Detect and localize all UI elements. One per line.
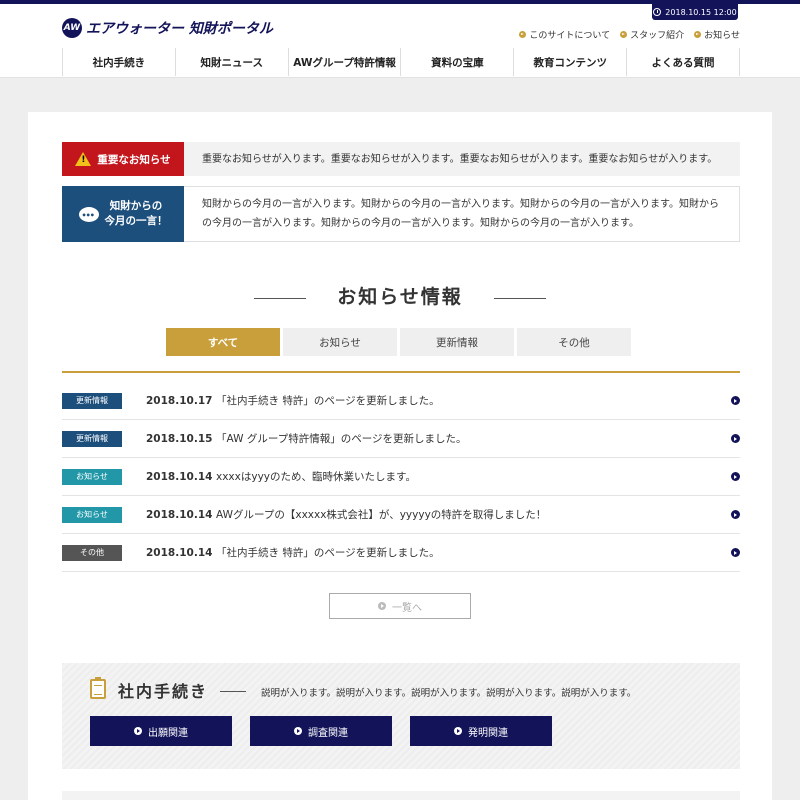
arrow-right-icon <box>519 31 527 38</box>
nav-item-patent-info[interactable]: AWグループ特許情報 <box>287 48 401 76</box>
chevron-right-icon <box>731 396 740 405</box>
link-news[interactable]: お知らせ <box>694 28 740 41</box>
monthly-label-line2: 今月の一言！ <box>104 215 168 227</box>
category-badge: 更新情報 <box>62 430 122 447</box>
news-title: AWグループの【xxxxx株式会社】が、yyyyyの特許を取得しました！ <box>216 509 547 521</box>
nav-item-procedures[interactable]: 社内手続き <box>62 48 175 76</box>
nav-item-faq[interactable]: よくある質問 <box>626 48 740 76</box>
news-date: 2018.10.14 <box>146 546 213 559</box>
nav-item-education[interactable]: 教育コンテンツ <box>513 48 626 76</box>
invention-button[interactable]: 発明関連 <box>410 716 552 746</box>
news-date: 2018.10.17 <box>146 394 213 407</box>
important-notice-label: 重要なお知らせ <box>62 142 184 176</box>
arrow-right-icon <box>694 31 702 38</box>
arrow-right-icon <box>294 727 302 735</box>
tabs-divider <box>62 371 740 373</box>
chevron-right-icon <box>731 548 740 557</box>
news-item[interactable]: お知らせ 2018.10.14 xxxxはyyyのため、臨時休業いたします。 <box>62 458 740 496</box>
logo-text: エアウォーター 知財ポータル <box>86 21 273 37</box>
news-list: 更新情報 2018.10.17 「社内手続き 特許」のページを更新しました。 更… <box>62 382 740 572</box>
monthly-message-text: 知財からの今月の一言が入ります。知財からの今月の一言が入ります。知財からの今月の… <box>184 186 740 242</box>
clock-icon <box>653 8 662 16</box>
news-date: 2018.10.14 <box>146 508 213 521</box>
news-date: 2018.10.14 <box>146 470 213 483</box>
main-nav: 社内手続き 知財ニュース AWグループ特許情報 資料の宝庫 教育コンテンツ よく… <box>62 48 740 76</box>
button-label: 出願関連 <box>148 727 188 739</box>
news-section-title: お知らせ情報 <box>337 286 463 308</box>
datetime-badge: 2018.10.15 12:00 <box>652 4 738 20</box>
logo-mark-icon: AW <box>62 18 82 38</box>
news-title: xxxxはyyyのため、臨時休業いたします。 <box>216 471 416 483</box>
chevron-right-icon <box>731 510 740 519</box>
warning-icon <box>75 152 92 166</box>
arrow-right-icon <box>620 31 628 38</box>
nav-item-resources[interactable]: 資料の宝庫 <box>400 48 513 76</box>
procedures-buttons: 出願関連 調査関連 発明関連 <box>90 716 552 746</box>
news-item[interactable]: 更新情報 2018.10.17 「社内手続き 特許」のページを更新しました。 <box>62 382 740 420</box>
site-logo[interactable]: AW エアウォーター 知財ポータル <box>62 18 273 38</box>
filing-button[interactable]: 出願関連 <box>90 716 232 746</box>
category-badge: その他 <box>62 544 122 561</box>
button-label: 調査関連 <box>308 727 348 739</box>
title-rule-right <box>494 298 546 299</box>
utility-links: このサイトについて スタッフ紹介 お知らせ <box>519 28 740 41</box>
news-title: 「AW グループ特許情報」のページを更新しました。 <box>216 433 467 445</box>
monthly-message: 知財からの今月の一言！ 知財からの今月の一言が入ります。知財からの今月の一言が入… <box>62 186 740 242</box>
category-badge: お知らせ <box>62 468 122 485</box>
view-all-button[interactable]: 一覧へ <box>329 593 471 619</box>
procedures-title-rule <box>220 691 246 692</box>
datetime-text: 2018.10.15 12:00 <box>665 7 737 17</box>
speech-bubble-icon <box>78 206 99 223</box>
tab-other[interactable]: その他 <box>517 328 631 356</box>
monthly-label-line1: 知財からの <box>109 200 163 212</box>
link-label: このサイトについて <box>529 31 611 41</box>
view-all-label: 一覧へ <box>392 602 422 614</box>
link-about-site[interactable]: このサイトについて <box>519 28 610 41</box>
research-button[interactable]: 調査関連 <box>250 716 392 746</box>
main-panel: 重要なお知らせ 重要なお知らせが入ります。重要なお知らせが入ります。重要なお知ら… <box>28 112 772 800</box>
arrow-right-icon <box>134 727 142 735</box>
news-date: 2018.10.15 <box>146 432 213 445</box>
category-badge: お知らせ <box>62 506 122 523</box>
news-item[interactable]: お知らせ 2018.10.14 AWグループの【xxxxx株式会社】が、yyyy… <box>62 496 740 534</box>
news-item[interactable]: 更新情報 2018.10.15 「AW グループ特許情報」のページを更新しました… <box>62 420 740 458</box>
tab-notices[interactable]: お知らせ <box>283 328 397 356</box>
next-section-placeholder <box>62 791 740 800</box>
link-label: お知らせ <box>704 31 740 41</box>
tab-updates[interactable]: 更新情報 <box>400 328 514 356</box>
clipboard-icon <box>90 677 106 699</box>
category-badge: 更新情報 <box>62 392 122 409</box>
button-label: 発明関連 <box>468 727 508 739</box>
news-tabs: すべて お知らせ 更新情報 その他 <box>166 328 631 356</box>
procedures-section: 社内手続き 説明が入ります。説明が入ります。説明が入ります。説明が入ります。説明… <box>62 663 740 769</box>
nav-item-ip-news[interactable]: 知財ニュース <box>174 48 288 76</box>
tab-all[interactable]: すべて <box>166 328 280 356</box>
monthly-message-label: 知財からの今月の一言！ <box>62 186 184 242</box>
arrow-right-icon <box>378 602 386 610</box>
chevron-right-icon <box>731 434 740 443</box>
news-title: 「社内手続き 特許」のページを更新しました。 <box>216 547 440 559</box>
chevron-right-icon <box>731 472 740 481</box>
link-label: スタッフ紹介 <box>630 31 685 41</box>
procedures-description: 説明が入ります。説明が入ります。説明が入ります。説明が入ります。説明が入ります。 <box>261 688 637 699</box>
link-staff[interactable]: スタッフ紹介 <box>620 28 684 41</box>
site-header: AW エアウォーター 知財ポータル 2018.10.15 12:00 このサイト… <box>0 4 800 78</box>
important-notice-text: 重要なお知らせが入ります。重要なお知らせが入ります。重要なお知らせが入ります。重… <box>184 142 740 176</box>
arrow-right-icon <box>454 727 462 735</box>
monthly-label-text: 知財からの今月の一言！ <box>105 199 168 229</box>
news-title: 「社内手続き 特許」のページを更新しました。 <box>216 395 440 407</box>
news-item[interactable]: その他 2018.10.14 「社内手続き 特許」のページを更新しました。 <box>62 534 740 572</box>
important-notice: 重要なお知らせ 重要なお知らせが入ります。重要なお知らせが入ります。重要なお知ら… <box>62 142 740 176</box>
procedures-title: 社内手続き <box>118 682 209 701</box>
important-label-text: 重要なお知らせ <box>97 153 171 166</box>
